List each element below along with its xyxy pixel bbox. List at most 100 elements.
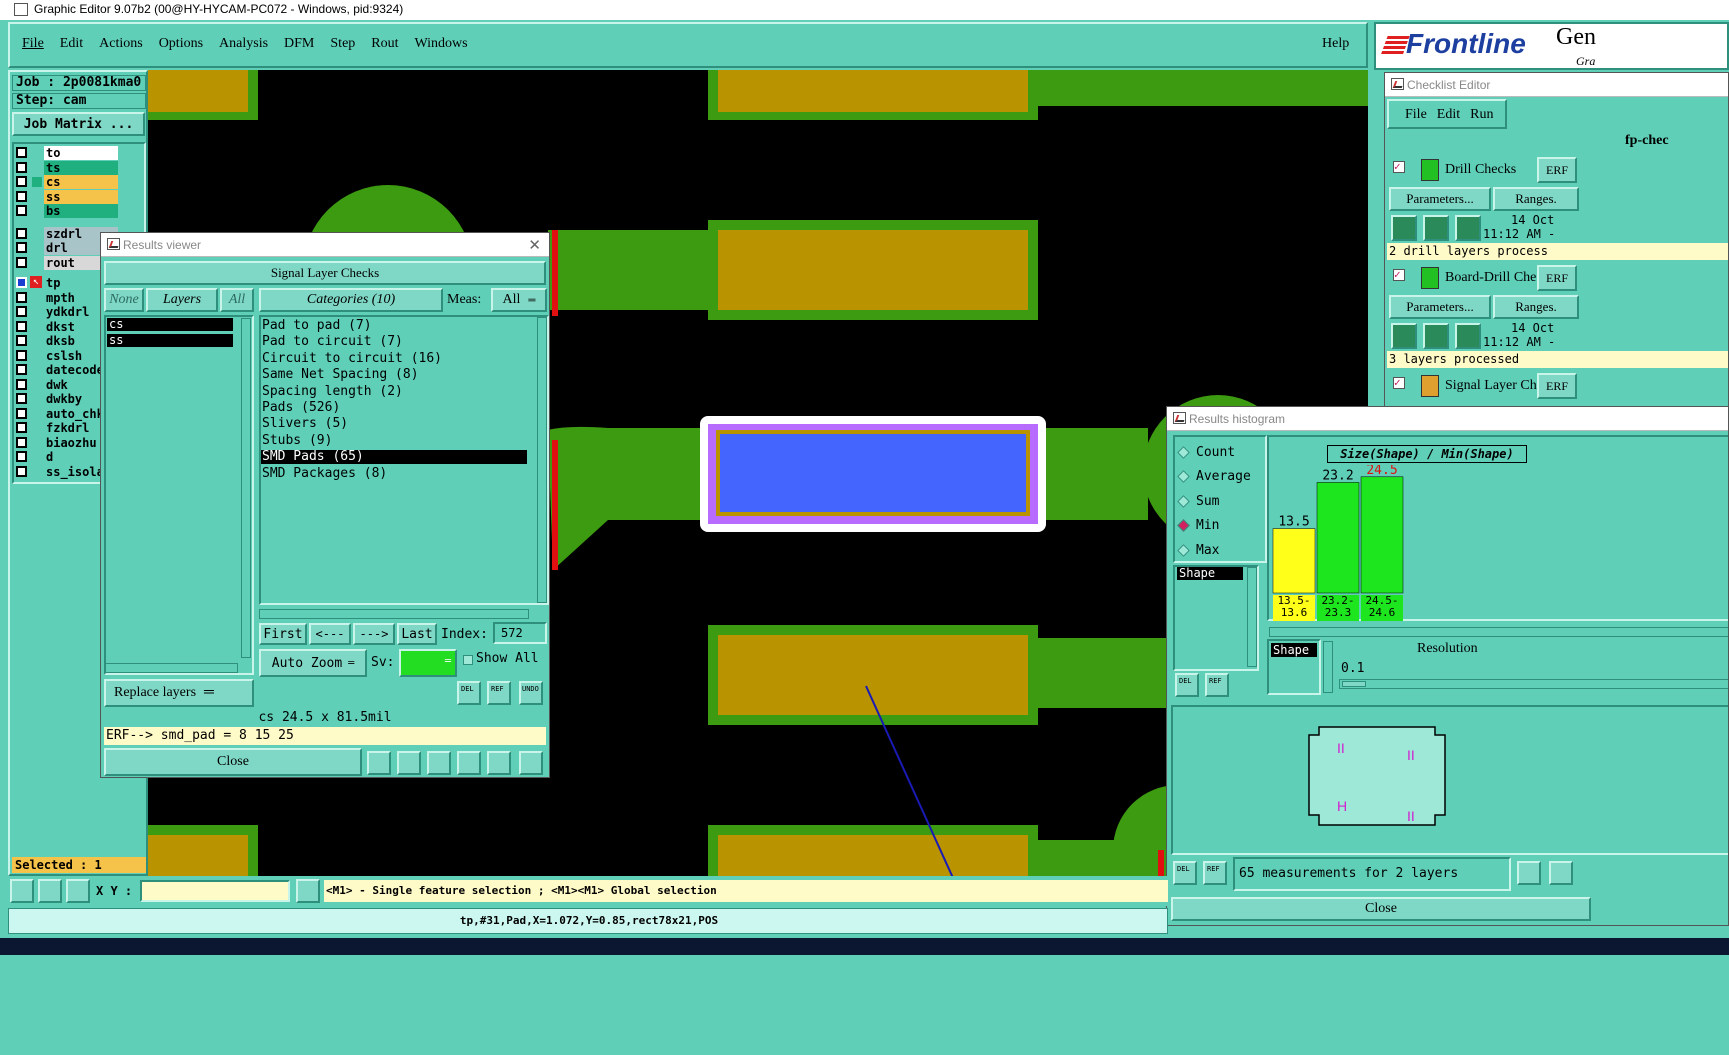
first-button[interactable]: First — [259, 623, 307, 645]
undo-button[interactable]: UNDO — [519, 681, 543, 705]
layer-list-item[interactable]: ss — [107, 334, 233, 347]
results-close-button[interactable]: Close — [104, 748, 362, 776]
shape-axis-scrollbar[interactable] — [1323, 641, 1333, 693]
layer-checkbox[interactable] — [16, 465, 27, 477]
histogram-bar[interactable] — [1272, 528, 1316, 594]
menu-help[interactable]: Help — [1322, 36, 1349, 52]
job-matrix-button[interactable]: Job Matrix ... — [12, 112, 145, 136]
menu-step[interactable]: Step — [330, 36, 355, 51]
hist-del2-button[interactable]: DEL — [1173, 861, 1197, 885]
run-check-icon[interactable] — [1423, 215, 1449, 241]
layer-checkbox[interactable] — [16, 320, 27, 332]
check-erf-button[interactable]: ERF — [1537, 265, 1577, 291]
menu-actions[interactable]: Actions — [99, 36, 143, 51]
layer-checkbox[interactable] — [16, 393, 27, 404]
resolution-slider[interactable] — [1339, 679, 1728, 689]
check-ranges-button[interactable]: Ranges. — [1493, 295, 1579, 319]
layer-checkbox[interactable] — [16, 335, 27, 346]
prev-button[interactable]: <--- — [309, 623, 351, 645]
mode-radio-count[interactable]: Count — [1177, 443, 1235, 461]
check-parameters-button[interactable]: Parameters... — [1389, 295, 1491, 319]
replace-layers-dropdown[interactable]: Replace layers ═ — [104, 679, 254, 707]
meas-dropdown[interactable]: All ═ — [491, 288, 547, 312]
check-enabled-checkbox[interactable]: ✓ — [1393, 269, 1405, 281]
layer-hscrollbar[interactable] — [104, 663, 238, 673]
layer-row[interactable]: to — [44, 146, 118, 160]
checklist-menu-file[interactable]: File — [1405, 107, 1427, 122]
close-icon[interactable]: ✕ — [528, 236, 541, 254]
menu-analysis[interactable]: Analysis — [219, 36, 268, 51]
layer-checkbox[interactable] — [16, 378, 27, 390]
categories-button[interactable]: Categories (10) — [259, 288, 443, 312]
layer-checkbox[interactable] — [16, 306, 27, 317]
layer-checkbox[interactable] — [16, 227, 27, 239]
xy-input[interactable] — [140, 880, 290, 902]
field-list-item[interactable]: Shape — [1177, 567, 1243, 580]
next-button[interactable]: ---> — [353, 623, 395, 645]
layer-checkbox[interactable] — [16, 364, 27, 375]
hist-del-button[interactable]: DEL — [1175, 673, 1199, 697]
measure-icon[interactable] — [38, 879, 62, 903]
menu-rout[interactable]: Rout — [371, 36, 398, 51]
layer-scrollbar[interactable] — [241, 318, 251, 658]
layer-checkbox[interactable] — [16, 422, 27, 433]
check-erf-button[interactable]: ERF — [1537, 157, 1577, 183]
hist-ref-button[interactable]: REF — [1205, 673, 1229, 697]
snap-icon[interactable] — [66, 879, 90, 903]
sv-color-dropdown[interactable]: ═ — [399, 649, 457, 677]
layer-checkbox[interactable] — [16, 242, 27, 253]
mode-radio-average[interactable]: Average — [1177, 468, 1251, 486]
layer-checkbox[interactable] — [16, 451, 27, 462]
category-item[interactable]: Stubs (9) — [261, 433, 527, 448]
mode-radio-min[interactable]: Min — [1177, 517, 1219, 535]
layer-checkbox[interactable] — [16, 190, 27, 202]
layer-checkbox[interactable] — [16, 161, 27, 173]
menu-windows[interactable]: Windows — [415, 36, 468, 51]
category-item[interactable]: Spacing length (2) — [261, 384, 527, 399]
menu-edit[interactable]: Edit — [60, 36, 83, 51]
layer-checkbox[interactable] — [16, 256, 27, 268]
report-icon[interactable] — [1549, 861, 1573, 885]
run-check-icon[interactable] — [1391, 323, 1417, 349]
del-button[interactable]: DEL — [457, 681, 481, 705]
zoom-fit-icon[interactable] — [10, 879, 34, 903]
mode-radio-sum[interactable]: Sum — [1177, 492, 1219, 510]
category-item[interactable]: Same Net Spacing (8) — [261, 368, 527, 382]
auto-zoom-dropdown[interactable]: Auto Zoom ═ — [259, 649, 367, 677]
run-check-icon[interactable] — [1423, 323, 1449, 349]
histogram-icon[interactable] — [519, 751, 543, 775]
run-check-icon[interactable] — [1455, 323, 1481, 349]
category-item[interactable]: Pad to pad (7) — [261, 319, 527, 333]
show-all-checkbox[interactable] — [463, 655, 473, 665]
mark-icon[interactable] — [367, 751, 391, 775]
layer-listbox[interactable] — [104, 315, 254, 675]
category-item[interactable]: Slivers (5) — [261, 417, 527, 431]
run-check-icon[interactable] — [1455, 215, 1481, 241]
check-enabled-checkbox[interactable]: ✓ — [1393, 161, 1405, 173]
histogram-bar[interactable] — [1360, 476, 1404, 594]
menu-dfm[interactable]: DFM — [284, 36, 314, 51]
category-item[interactable]: Circuit to circuit (16) — [261, 351, 527, 366]
layer-checkbox[interactable] — [16, 349, 27, 361]
category-item[interactable]: Pads (526) — [261, 401, 527, 415]
checklist-menu-run[interactable]: Run — [1470, 107, 1493, 122]
hist-ref2-button[interactable]: REF — [1203, 861, 1227, 885]
layer-checkbox[interactable] — [16, 407, 27, 419]
report-icon[interactable] — [487, 751, 511, 775]
mode-radio-max[interactable]: Max — [1177, 541, 1219, 559]
exclude-icon[interactable] — [427, 751, 451, 775]
count-icon[interactable] — [457, 751, 481, 775]
histogram-close-button[interactable]: Close — [1171, 897, 1591, 921]
info-icon[interactable] — [296, 879, 320, 903]
layer-checkbox[interactable] — [16, 436, 27, 448]
chart-icon[interactable] — [1517, 861, 1541, 885]
checklist-menu-edit[interactable]: Edit — [1437, 107, 1460, 122]
categories-scrollbar[interactable] — [537, 317, 547, 603]
check-erf-button[interactable]: ERF — [1537, 373, 1577, 399]
last-button[interactable]: Last — [397, 623, 437, 645]
category-item[interactable]: SMD Packages (8) — [261, 466, 527, 481]
histogram-hscrollbar[interactable] — [1269, 627, 1728, 637]
layer-list-item[interactable]: cs — [107, 318, 233, 331]
layer-row[interactable]: ts — [44, 160, 118, 175]
layers-none-button[interactable]: None — [104, 288, 144, 312]
